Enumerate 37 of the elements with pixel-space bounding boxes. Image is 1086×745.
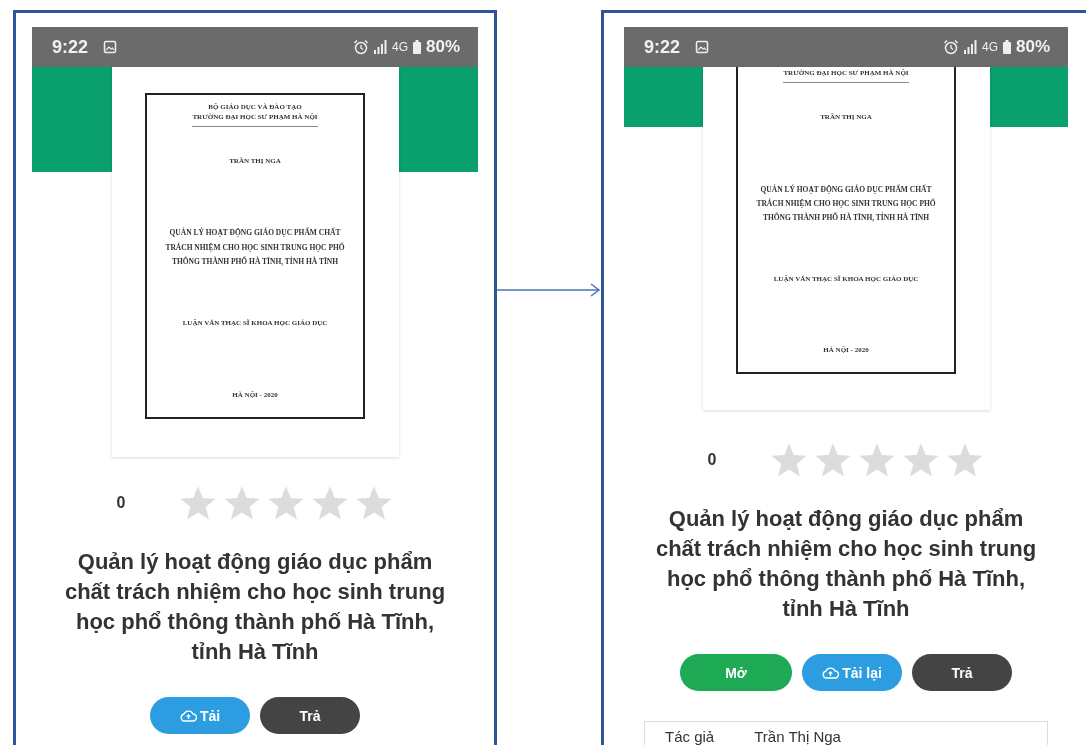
status-time: 9:22: [644, 36, 681, 58]
star-icon[interactable]: [814, 442, 853, 478]
rating-count: 0: [707, 451, 717, 469]
alarm-icon: [942, 39, 959, 55]
battery-icon: [1002, 40, 1011, 54]
cloud-upload-icon: [822, 666, 840, 679]
star-icon[interactable]: [311, 485, 350, 521]
book-title: Quản lý hoạt động giáo dục phẩm chất trách nhiệm cho học sinh trung học phổ thông thành phố Hà Tĩnh, tỉnh Hà Tĩnh: [654, 505, 1038, 623]
info-label: Tác giả: [665, 728, 715, 745]
star-icon[interactable]: [355, 485, 394, 521]
star-icon[interactable]: [858, 442, 897, 478]
battery-percent: 80%: [1015, 37, 1050, 57]
star-icon[interactable]: [946, 442, 985, 478]
star-icon[interactable]: [770, 442, 809, 478]
image-icon: [695, 40, 710, 54]
book-title: Quản lý hoạt động giáo dục phẩm chất trách nhiệm cho học sinh trung học phổ thông thành phố Hà Tĩnh, tỉnh Hà Tĩnh: [63, 548, 447, 666]
download-button[interactable]: Tải: [150, 697, 250, 734]
network-type: 4G: [981, 40, 998, 54]
return-button[interactable]: Trả: [260, 697, 360, 734]
signal-icon: [373, 40, 387, 54]
return-button[interactable]: Trả: [912, 654, 1012, 691]
star-icon[interactable]: [267, 485, 306, 521]
network-type: 4G: [391, 40, 408, 54]
status-time: 9:22: [52, 36, 89, 58]
battery-percent: 80%: [425, 37, 460, 57]
signal-icon: [963, 40, 977, 54]
open-button[interactable]: Mở: [680, 654, 792, 691]
rating-count: 0: [116, 494, 126, 512]
download-button[interactable]: Tải lại: [802, 654, 902, 691]
alarm-icon: [352, 39, 369, 55]
star-icon[interactable]: [179, 485, 218, 521]
star-icon[interactable]: [902, 442, 941, 478]
cloud-upload-icon: [179, 709, 197, 722]
image-icon: [103, 40, 118, 54]
info-value: Trần Thị Nga: [754, 728, 841, 745]
star-icon[interactable]: [223, 485, 262, 521]
battery-icon: [412, 40, 421, 54]
